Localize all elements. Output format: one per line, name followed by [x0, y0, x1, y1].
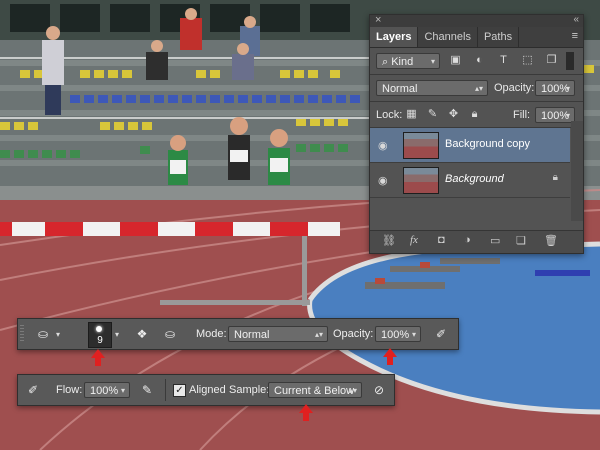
panel-footer: ⛓ fx ◘ ◑ ▭ ❏ 🗑︎: [370, 230, 583, 253]
filter-toggle-icon[interactable]: [566, 52, 574, 70]
close-icon[interactable]: ×: [375, 14, 381, 26]
shape-filter-icon[interactable]: ⬚: [520, 54, 535, 67]
lock-all-icon[interactable]: 🔒︎: [467, 108, 482, 121]
opacity-field[interactable]: 100% ▾: [375, 326, 421, 342]
arrow-stem: [95, 358, 101, 366]
chevron-down-icon: ▴▾: [348, 386, 357, 395]
panel-titlebar: × «: [370, 14, 583, 27]
smart-object-filter-icon[interactable]: ❐: [544, 54, 559, 67]
lock-pixels-icon[interactable]: ✎: [425, 108, 440, 121]
clone-stamp-tool-icon[interactable]: ⛀: [34, 325, 52, 343]
layers-panel: × « Layers Channels Paths ≡ ⌕ Kind ▾ ▣ ◐…: [369, 14, 584, 254]
chevron-down-icon[interactable]: ▾: [115, 330, 119, 339]
airbrush-toggle-icon[interactable]: ✎: [138, 381, 156, 399]
chevron-down-icon: ▴▾: [314, 330, 323, 339]
clone-source-panel-icon[interactable]: ⛀: [161, 325, 179, 343]
lock-transparency-icon[interactable]: ▦: [404, 108, 419, 121]
pixel-filter-icon[interactable]: ▣: [448, 54, 463, 67]
arrow-head: [299, 404, 313, 413]
aligned-checkbox[interactable]: ✓: [173, 384, 186, 397]
ignore-adjustment-layers-icon[interactable]: ⊘: [370, 381, 388, 399]
fill-label: Fill:: [513, 109, 531, 121]
pressure-opacity-icon[interactable]: ✐: [432, 325, 450, 343]
flow-value: 100%: [90, 385, 119, 397]
tab-paths[interactable]: Paths: [478, 27, 520, 47]
divider: [370, 101, 583, 102]
eye-icon[interactable]: ◉: [378, 139, 388, 152]
blend-row: Normal ▴▾ Opacity: 100% ▾: [370, 77, 583, 99]
adjustment-filter-icon[interactable]: ◐: [472, 54, 487, 67]
kind-filter-select[interactable]: ⌕ Kind ▾: [376, 53, 440, 69]
chevron-down-icon: ▾: [565, 111, 570, 120]
type-filter-icon[interactable]: T: [496, 54, 511, 67]
airbrush-icon[interactable]: ✐: [24, 381, 42, 399]
eye-icon[interactable]: ◉: [378, 174, 388, 187]
blend-mode-value: Normal: [382, 83, 418, 95]
adjustment-icon[interactable]: ◑: [464, 234, 471, 246]
lock-position-icon[interactable]: ✥: [446, 108, 461, 121]
chevron-down-icon: ▾: [411, 330, 416, 339]
arrow-stem: [303, 413, 309, 421]
divider: [165, 379, 166, 401]
lock-row: Lock: ▦ ✎ ✥ 🔒︎ Fill: 100% ▾: [370, 104, 583, 126]
toolbar-grip[interactable]: [20, 325, 24, 343]
mode-label: Mode:: [196, 328, 227, 340]
sample-label: Sample:: [229, 384, 270, 396]
brush-tip-icon: [96, 326, 102, 332]
mode-value: Normal: [234, 329, 270, 341]
fill-value: 100%: [541, 110, 570, 122]
flow-field[interactable]: 100% ▾: [84, 382, 130, 398]
mode-select[interactable]: Normal ▴▾: [228, 326, 328, 342]
chevron-down-icon[interactable]: ▾: [56, 330, 60, 339]
layer-thumbnail: [403, 167, 439, 194]
new-layer-icon[interactable]: ❏: [516, 234, 526, 247]
arrow-stem: [387, 357, 393, 365]
opacity-field[interactable]: 100% ▾: [535, 80, 575, 96]
layer-name: Background: [445, 173, 504, 185]
chevron-down-icon: ▴▾: [474, 84, 483, 93]
filter-row: ⌕ Kind ▾ ▣ ◐ T ⬚ ❐: [370, 49, 583, 73]
blend-mode-select[interactable]: Normal ▴▾: [376, 80, 488, 96]
panel-scrollbar[interactable]: [571, 121, 583, 221]
tab-layers[interactable]: Layers: [370, 27, 419, 47]
brush-panel-icon[interactable]: ❖: [133, 325, 151, 343]
aligned-label: Aligned: [189, 384, 226, 396]
collapse-icon[interactable]: «: [573, 14, 579, 25]
fill-field[interactable]: 100% ▾: [535, 107, 575, 123]
layer-name: Background copy: [445, 138, 530, 150]
divider: [370, 74, 583, 75]
link-icon[interactable]: ⛓: [382, 234, 396, 247]
layer-row[interactable]: ◉ Background 🔒︎: [370, 163, 570, 198]
layer-list: ◉ Background copy ◉ Background 🔒︎: [370, 128, 583, 198]
mask-icon[interactable]: ◘: [438, 234, 445, 246]
folder-icon[interactable]: ▭: [490, 234, 500, 247]
arrow-head: [91, 349, 105, 358]
search-icon: ⌕: [382, 56, 392, 68]
opacity-value: 100%: [541, 83, 570, 95]
trash-icon[interactable]: 🗑︎: [544, 234, 558, 247]
arrow-head: [383, 348, 397, 357]
flow-label: Flow:: [56, 384, 83, 396]
panel-menu-icon[interactable]: ≡: [572, 30, 578, 42]
opacity-label: Opacity:: [494, 82, 535, 94]
sample-value: Current & Below: [274, 385, 355, 397]
opacity-value: 100%: [381, 329, 410, 341]
chevron-down-icon: ▾: [120, 386, 125, 395]
panel-tabs: Layers Channels Paths ≡: [370, 27, 583, 48]
brush-size-preview[interactable]: 9: [88, 322, 112, 348]
clone-stamp-options-bar: ⛀ ▾ 9 ▾ ❖ ⛀ Mode: Normal ▴▾ Opacity: 100…: [17, 318, 459, 350]
clone-stamp-options-bar-2: ✐ Flow: 100% ▾ ✎ ✓ Aligned Sample: Curre…: [17, 374, 395, 406]
chevron-down-icon: ▾: [430, 57, 435, 66]
opacity-label: Opacity:: [333, 328, 374, 340]
lock-label: Lock:: [376, 109, 403, 121]
kind-filter-label: Kind: [391, 56, 414, 68]
fx-icon[interactable]: fx: [410, 234, 418, 246]
lock-icon: 🔒︎: [552, 172, 558, 183]
tab-channels[interactable]: Channels: [418, 27, 478, 47]
sample-select[interactable]: Current & Below ▴▾: [268, 382, 362, 398]
layer-thumbnail: [403, 132, 439, 159]
chevron-down-icon: ▾: [565, 84, 570, 93]
layer-row[interactable]: ◉ Background copy: [370, 128, 570, 163]
brush-size-value: 9: [97, 335, 103, 346]
